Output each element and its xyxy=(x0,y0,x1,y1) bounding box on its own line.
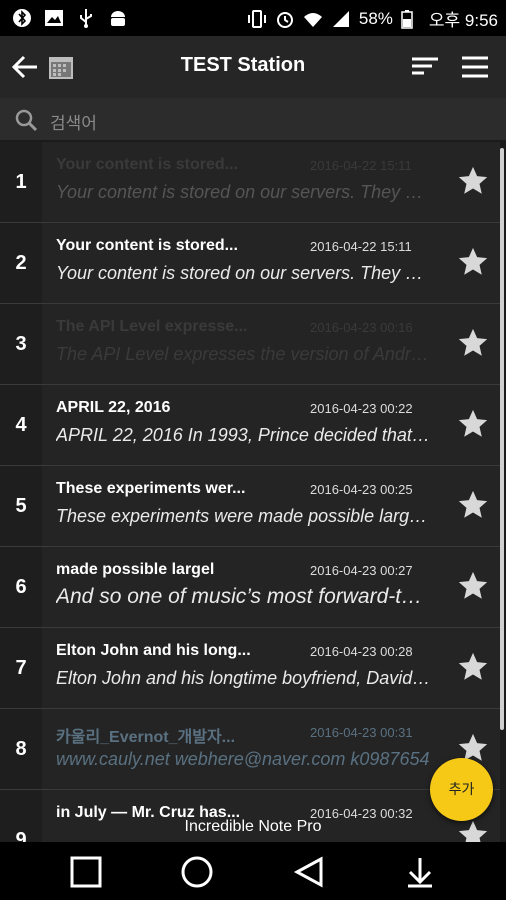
item-preview: These experiments were made possible lar… xyxy=(56,506,431,526)
item-preview: And so one of music’s most forward-think… xyxy=(56,585,431,608)
item-preview: Elton John and his longtime boyfriend, D… xyxy=(56,668,431,688)
note-list: 1 Your content is stored... 2016-04-22 1… xyxy=(0,142,506,842)
item-date: 2016-04-23 00:31 xyxy=(310,725,413,740)
star-icon[interactable] xyxy=(456,569,490,603)
item-number: 7 xyxy=(0,628,42,708)
app-name-label: Incredible Note Pro xyxy=(184,818,322,835)
item-date: 2016-04-22 15:11 xyxy=(310,158,412,173)
clock: 오후 9:56 xyxy=(428,11,498,30)
recent-apps-icon[interactable] xyxy=(66,852,106,892)
star-icon[interactable] xyxy=(456,245,490,279)
item-number: 8 xyxy=(0,709,42,789)
scrollbar[interactable] xyxy=(500,148,504,730)
star-icon[interactable] xyxy=(456,488,490,522)
signal-icon xyxy=(331,9,351,29)
star-icon[interactable] xyxy=(456,164,490,198)
item-date: 2016-04-23 00:16 xyxy=(310,320,413,335)
status-bar: 58% 오후 9:56 xyxy=(0,0,506,36)
item-title: Your content is stored... xyxy=(56,156,238,173)
vibrate-icon xyxy=(247,9,267,29)
download-icon[interactable] xyxy=(400,852,440,892)
item-preview: Your content is stored on our servers. T… xyxy=(56,182,431,202)
star-icon[interactable] xyxy=(456,326,490,360)
item-preview: www.cauly.net webhere@naver.com k0987654 xyxy=(56,749,430,769)
item-number: 5 xyxy=(0,466,42,546)
item-number: 4 xyxy=(0,385,42,465)
item-date: 2016-04-23 00:22 xyxy=(310,401,413,416)
nav-bar xyxy=(0,842,506,900)
item-title: The API Level expresse... xyxy=(56,318,248,335)
home-icon[interactable] xyxy=(177,852,217,892)
item-preview: APRIL 22, 2016 In 1993, Prince decided t… xyxy=(56,425,431,445)
list-item[interactable]: 8 카울리_Evernot_개발자... 2016-04-23 00:31 ww… xyxy=(0,709,500,790)
item-title: Your content is stored... xyxy=(56,237,238,254)
search-icon xyxy=(14,108,38,137)
list-item[interactable]: 1 Your content is stored... 2016-04-22 1… xyxy=(0,142,500,223)
add-button[interactable]: 추가 xyxy=(430,758,493,821)
list-item[interactable]: 2 Your content is stored... 2016-04-22 1… xyxy=(0,223,500,304)
item-preview: The API Level expresses the version of A… xyxy=(56,344,431,364)
android-icon xyxy=(108,8,128,28)
item-title: made possible largel xyxy=(56,561,215,578)
usb-icon xyxy=(76,8,96,28)
list-item[interactable]: 7 Elton John and his long... 2016-04-23 … xyxy=(0,628,500,709)
app-toolbar: TEST Station xyxy=(0,36,506,98)
system-status: 58% 오후 9:56 xyxy=(247,6,498,31)
item-date: 2016-04-22 15:11 xyxy=(310,239,412,254)
alarm-icon xyxy=(275,9,295,29)
list-item[interactable]: 3 The API Level expresse... 2016-04-23 0… xyxy=(0,304,500,385)
item-number: 3 xyxy=(0,304,42,384)
list-item[interactable]: 5 These experiments wer... 2016-04-23 00… xyxy=(0,466,500,547)
item-date: 2016-04-23 00:25 xyxy=(310,482,413,497)
star-icon[interactable] xyxy=(456,407,490,441)
item-title: APRIL 22, 2016 xyxy=(56,399,171,416)
list-item[interactable]: 4 APRIL 22, 2016 2016-04-23 00:22 APRIL … xyxy=(0,385,500,466)
item-title: These experiments wer... xyxy=(56,480,246,497)
search-bar[interactable]: 검색어 xyxy=(0,98,506,140)
item-number: 1 xyxy=(0,142,42,222)
item-date: 2016-04-23 00:27 xyxy=(310,563,413,578)
image-icon xyxy=(44,8,64,28)
bluetooth-icon xyxy=(12,8,32,28)
menu-icon[interactable] xyxy=(458,50,492,84)
notification-icons xyxy=(12,8,128,28)
battery-percent: 58% xyxy=(358,8,393,28)
item-title: Elton John and his long... xyxy=(56,642,251,659)
item-date: 2016-04-23 00:28 xyxy=(310,644,413,659)
battery-icon xyxy=(401,9,421,29)
star-icon[interactable] xyxy=(456,650,490,684)
wifi-icon xyxy=(303,9,323,29)
item-title: 카울리_Evernot_개발자... xyxy=(56,729,236,746)
back-icon[interactable] xyxy=(289,852,329,892)
item-preview: Your content is stored on our servers. T… xyxy=(56,263,431,283)
item-number: 6 xyxy=(0,547,42,627)
search-input[interactable]: 검색어 xyxy=(50,109,97,134)
sort-icon[interactable] xyxy=(408,50,442,84)
item-number: 2 xyxy=(0,223,42,303)
list-item[interactable]: 6 made possible largel 2016-04-23 00:27 … xyxy=(0,547,500,628)
